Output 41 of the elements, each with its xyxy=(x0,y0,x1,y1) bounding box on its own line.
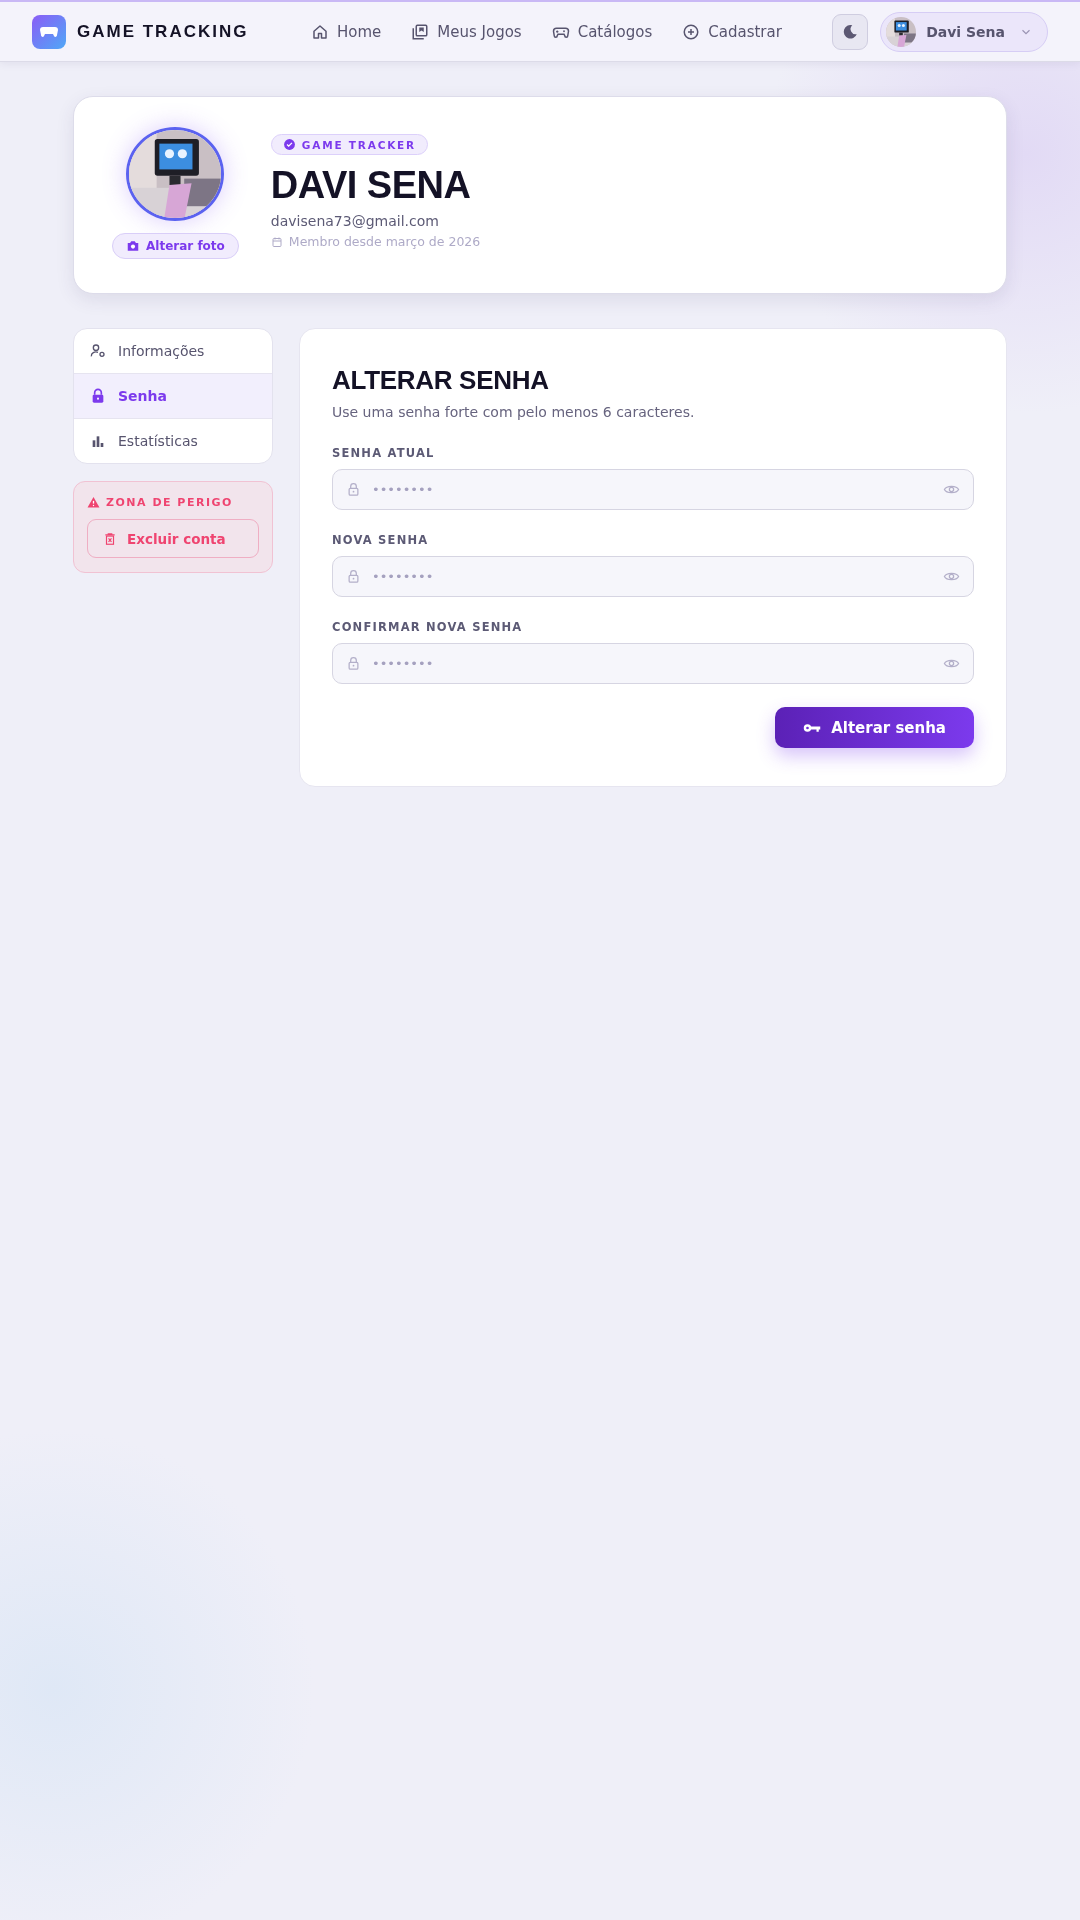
calendar-icon xyxy=(270,235,283,248)
section-title: ALTERAR SENHA xyxy=(332,365,550,396)
verified-check-icon xyxy=(282,138,296,151)
settings-menu-item[interactable]: Estatísticas xyxy=(74,419,272,463)
member-since-text: Membro desde março de 2026 xyxy=(288,234,481,249)
danger-zone-title: ZONA DE PERIGO xyxy=(106,496,233,509)
change-photo-button[interactable]: Alterar foto xyxy=(112,233,239,259)
nav-link[interactable]: Home xyxy=(311,18,382,45)
key-icon xyxy=(803,721,822,734)
plus-circle-icon xyxy=(682,22,701,41)
lock-icon xyxy=(346,656,361,671)
bar-chart-icon xyxy=(90,433,106,449)
password-field[interactable]: •••••••• xyxy=(332,469,974,510)
brand-title: GAME TRACKING xyxy=(77,21,249,42)
camera-icon xyxy=(126,239,140,253)
moon-icon xyxy=(841,22,860,41)
role-badge: GAME TRACKER xyxy=(270,134,428,155)
lock-icon xyxy=(346,482,361,497)
user-gear-icon xyxy=(90,343,106,359)
nav-link[interactable]: Cadastrar xyxy=(682,18,782,45)
password-field[interactable]: •••••••• xyxy=(332,643,974,684)
trash-icon xyxy=(103,531,117,546)
profile-name: DAVI SENA xyxy=(270,163,471,208)
lock-icon xyxy=(346,569,361,584)
field-label: CONFIRMAR NOVA SENHA xyxy=(332,620,524,634)
field-label: SENHA ATUAL xyxy=(332,446,436,460)
nav-link[interactable]: Catálogos xyxy=(551,18,653,45)
password-field[interactable]: •••••••• xyxy=(332,556,974,597)
field-label: NOVA SENHA xyxy=(332,533,430,547)
stacked-squares-icon xyxy=(411,22,430,41)
settings-menu-item[interactable]: Senha xyxy=(74,374,272,419)
profile-email: davisena73@gmail.com xyxy=(270,213,439,229)
user-menu-button[interactable]: Davi Sena xyxy=(880,11,1048,52)
change-password-button[interactable]: Alterar senha xyxy=(775,707,974,748)
warning-icon xyxy=(87,496,100,509)
lock-icon xyxy=(90,388,106,404)
nav-link[interactable]: Meus Jogos xyxy=(411,18,522,45)
section-description: Use uma senha forte com pelo menos 6 caracteres. xyxy=(332,404,696,420)
home-icon xyxy=(311,22,329,41)
gamepad-logo-icon xyxy=(32,14,66,49)
theme-toggle-button[interactable] xyxy=(832,13,869,50)
